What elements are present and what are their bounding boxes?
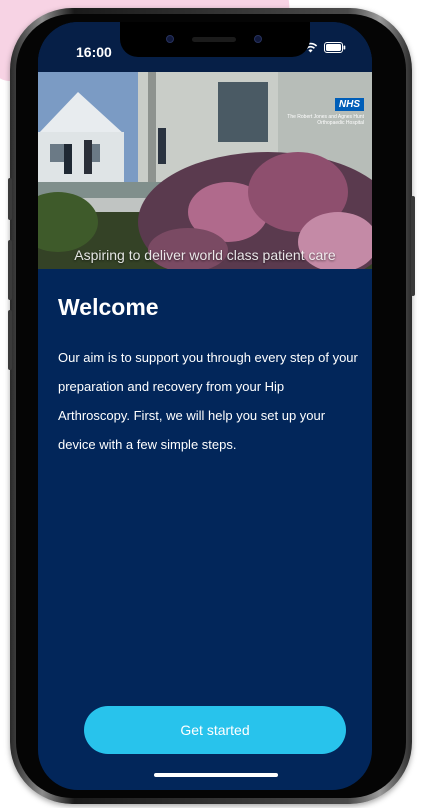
phone-silent-switch xyxy=(8,178,12,220)
status-time: 16:00 xyxy=(76,44,112,60)
welcome-body: Our aim is to support you through every … xyxy=(58,350,358,452)
hospital-name-logo: The Robert Jones and Agnes Hunt Orthopae… xyxy=(287,114,364,126)
app-screen: 16:00 NHS The Robert Jones and Agnes Hun… xyxy=(38,22,372,790)
hero-image: NHS The Robert Jones and Agnes Hunt Orth… xyxy=(38,72,372,269)
phone-volume-up-button xyxy=(8,240,12,300)
welcome-title: Welcome xyxy=(58,294,159,320)
battery-icon xyxy=(324,42,346,53)
camera-icon xyxy=(166,35,174,43)
get-started-button[interactable]: Get started xyxy=(84,706,346,754)
speaker-grille xyxy=(192,37,236,42)
nhs-logo: NHS xyxy=(334,98,364,111)
home-indicator[interactable] xyxy=(154,773,278,777)
sensor-icon xyxy=(254,35,262,43)
phone-power-button xyxy=(411,196,415,296)
hospital-photo xyxy=(38,72,372,269)
phone-notch xyxy=(120,22,310,57)
hero-caption: Aspiring to deliver world class patient … xyxy=(74,247,336,263)
phone-volume-down-button xyxy=(8,310,12,370)
